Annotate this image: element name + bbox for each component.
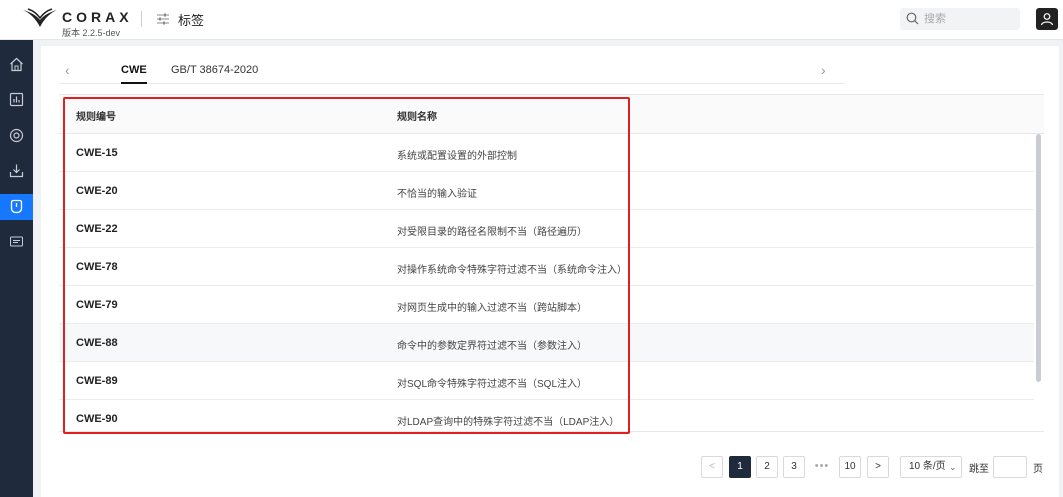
prev-page-button[interactable]: < xyxy=(701,456,723,478)
page-button-1[interactable]: 1 xyxy=(729,456,751,478)
tag-icon xyxy=(10,199,23,214)
rule-id: CWE-89 xyxy=(76,375,118,387)
next-page-button[interactable]: > xyxy=(867,456,889,478)
page-ellipsis[interactable]: ••• xyxy=(812,456,832,478)
logo-wing-icon xyxy=(23,8,57,27)
download-icon xyxy=(9,164,24,178)
user-icon xyxy=(1040,13,1054,26)
help-icon xyxy=(10,236,23,247)
page-size-select[interactable]: 10 条/页 ⌄ xyxy=(900,456,962,478)
sidebar-item-home[interactable] xyxy=(0,52,33,78)
target-icon xyxy=(9,128,24,143)
page-button-10[interactable]: 10 xyxy=(839,456,861,478)
corax-logo[interactable]: CORAX 版本 2.2.5-dev xyxy=(22,5,152,38)
column-header-rule-id[interactable]: 规则编号 xyxy=(76,108,116,123)
page-size-value: 10 条/页 xyxy=(909,461,946,472)
page-title: 标签 xyxy=(178,13,205,28)
sidebar-item-download[interactable] xyxy=(0,158,33,184)
rule-name: 对操作系统命令特殊字符过滤不当（系统命令注入） xyxy=(397,265,627,276)
rule-id: CWE-79 xyxy=(76,299,118,311)
table-row[interactable]: CWE-20 不恰当的输入验证 xyxy=(59,172,1034,210)
version-label: 版本 2.2.5-dev xyxy=(62,28,121,38)
user-avatar[interactable] xyxy=(1036,8,1058,30)
rule-name: 对LDAP查询中的特殊字符过滤不当（LDAP注入） xyxy=(397,417,620,428)
table-row[interactable]: CWE-88 命令中的参数定界符过滤不当（参数注入） xyxy=(59,324,1034,362)
tab-gbt[interactable]: GB/T 38674-2020 xyxy=(171,64,258,84)
sidebar-item-tags[interactable] xyxy=(0,194,33,220)
rule-id: CWE-78 xyxy=(76,261,118,273)
sidebar xyxy=(0,40,33,497)
table-scrollbar[interactable] xyxy=(1036,134,1041,382)
chevron-down-icon: ⌄ xyxy=(949,462,957,472)
rules-table: 规则编号 规则名称 CWE-15 系统或配置设置的外部控制 CWE-20 不恰当… xyxy=(59,94,1044,432)
search-box[interactable] xyxy=(900,8,1020,30)
sidebar-item-help[interactable] xyxy=(0,229,33,255)
brand-name: CORAX xyxy=(62,9,133,25)
home-icon xyxy=(10,57,23,72)
jump-to-page-input[interactable] xyxy=(993,456,1027,478)
jump-to-label: 跳至 xyxy=(969,464,989,475)
table-row[interactable]: CWE-15 系统或配置设置的外部控制 xyxy=(59,134,1034,172)
search-input[interactable] xyxy=(924,11,1014,27)
rule-name: 对SQL命令特殊字符过滤不当（SQL注入） xyxy=(397,379,588,390)
tab-cwe[interactable]: CWE xyxy=(121,64,147,84)
rule-id: CWE-90 xyxy=(76,413,118,425)
rule-name: 命令中的参数定界符过滤不当（参数注入） xyxy=(397,341,587,352)
rule-id: CWE-88 xyxy=(76,337,118,349)
tab-scroll-right-icon[interactable]: › xyxy=(821,63,835,77)
rule-id: CWE-22 xyxy=(76,223,118,235)
sliders-icon[interactable] xyxy=(156,12,170,26)
rule-name: 对网页生成中的输入过滤不当（跨站脚本） xyxy=(397,303,587,314)
search-icon xyxy=(906,12,919,25)
rule-name: 不恰当的输入验证 xyxy=(397,189,477,200)
sidebar-item-target[interactable] xyxy=(0,123,33,149)
page-button-2[interactable]: 2 xyxy=(756,456,778,478)
rule-id: CWE-20 xyxy=(76,185,118,197)
tab-scroll-left-icon[interactable]: ‹ xyxy=(65,63,79,77)
main-content: ‹ CWE GB/T 38674-2020 › 规则编号 规则名称 CWE-15… xyxy=(41,46,1059,497)
app-header: CORAX 版本 2.2.5-dev 标签 xyxy=(0,0,1063,40)
table-header: 规则编号 规则名称 xyxy=(59,95,1044,134)
column-header-rule-name[interactable]: 规则名称 xyxy=(397,108,437,123)
table-row[interactable]: CWE-22 对受限目录的路径名限制不当（路径遍历） xyxy=(59,210,1034,248)
header-divider xyxy=(141,11,142,27)
jump-to-unit: 页 xyxy=(1033,464,1043,475)
rule-name: 对受限目录的路径名限制不当（路径遍历） xyxy=(397,227,587,238)
rule-name: 系统或配置设置的外部控制 xyxy=(397,151,517,162)
table-row[interactable]: CWE-78 对操作系统命令特殊字符过滤不当（系统命令注入） xyxy=(59,248,1034,286)
chart-icon xyxy=(9,92,24,107)
table-row[interactable]: CWE-79 对网页生成中的输入过滤不当（跨站脚本） xyxy=(59,286,1034,324)
table-row[interactable]: CWE-90 对LDAP查询中的特殊字符过滤不当（LDAP注入） xyxy=(59,400,1034,431)
page-button-3[interactable]: 3 xyxy=(783,456,805,478)
tab-bar: ‹ CWE GB/T 38674-2020 › xyxy=(59,59,845,84)
table-row[interactable]: CWE-89 对SQL命令特殊字符过滤不当（SQL注入） xyxy=(59,362,1034,400)
sidebar-item-dashboard[interactable] xyxy=(0,87,33,113)
rule-id: CWE-15 xyxy=(76,147,118,159)
